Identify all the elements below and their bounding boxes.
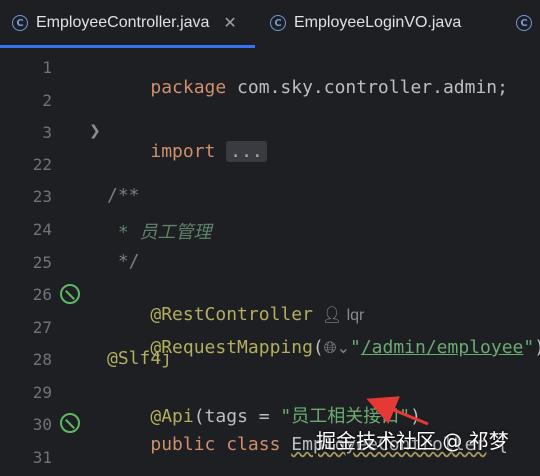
annotation-arrow (366, 396, 429, 426)
watermark: 掘金技术社区 @ 祁梦 (316, 429, 509, 453)
